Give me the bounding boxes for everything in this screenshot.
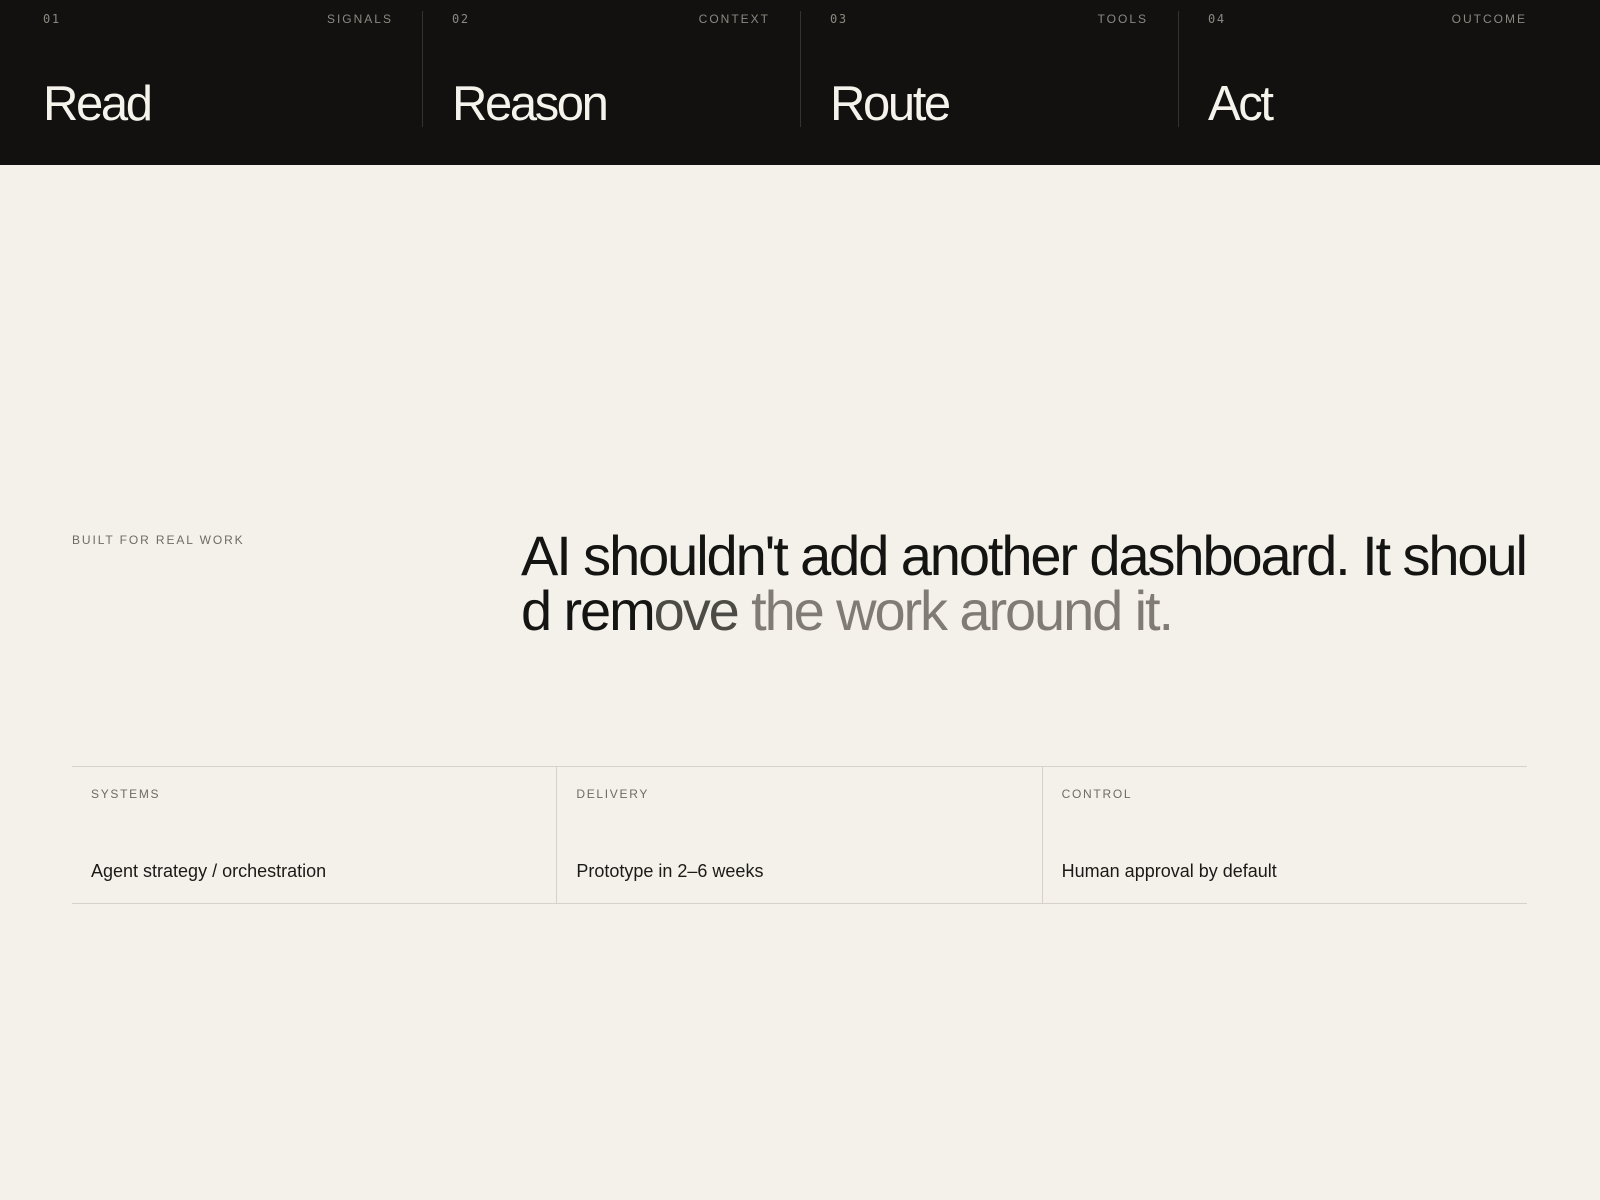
spec-value: Agent strategy / orchestration [91, 861, 327, 881]
headline-transition-text: ove [653, 579, 740, 642]
stage-tag: OUTCOME [1451, 12, 1527, 26]
stage-title: Reason [452, 77, 609, 131]
spec-label: DELIVERY [576, 787, 650, 801]
stage-reason: 02 CONTEXT Reason [422, 0, 800, 165]
spec-value: Prototype in 2–6 weeks [576, 861, 764, 881]
process-stages-band: 01 SIGNALS Read 02 CONTEXT Reason 03 TOO… [0, 0, 1600, 165]
hero-headline: AI shouldn't add another dashboard. It s… [521, 528, 1531, 639]
stage-divider [422, 11, 423, 127]
spec-cell-delivery: DELIVERY Prototype in 2–6 weeks [556, 767, 1041, 903]
spec-row: SYSTEMS Agent strategy / orchestration D… [72, 766, 1527, 904]
stage-number: 01 [43, 12, 61, 26]
spec-label: SYSTEMS [91, 787, 161, 801]
stage-tag: SIGNALS [326, 12, 393, 26]
stage-read: 01 SIGNALS Read [0, 0, 422, 165]
stage-number: 02 [452, 12, 470, 26]
stage-title: Read [43, 77, 153, 131]
section-eyebrow: BUILT FOR REAL WORK [72, 533, 245, 547]
stage-act: 04 OUTCOME Act [1178, 0, 1600, 165]
spec-value: Human approval by default [1061, 861, 1277, 881]
spec-label: CONTROL [1061, 787, 1133, 801]
stage-title: Act [1208, 77, 1274, 131]
stage-number: 03 [830, 12, 848, 26]
stage-divider [1178, 11, 1179, 127]
headline-faded-text: the work around it. [737, 579, 1174, 642]
stage-tag: CONTEXT [698, 12, 770, 26]
stage-route: 03 TOOLS Route [800, 0, 1178, 165]
stage-title: Route [830, 77, 951, 131]
stage-tag: TOOLS [1097, 12, 1148, 26]
stage-number: 04 [1208, 12, 1226, 26]
spec-cell-control: CONTROL Human approval by default [1041, 767, 1527, 903]
stage-divider [800, 11, 801, 127]
spec-cell-systems: SYSTEMS Agent strategy / orchestration [72, 767, 556, 903]
